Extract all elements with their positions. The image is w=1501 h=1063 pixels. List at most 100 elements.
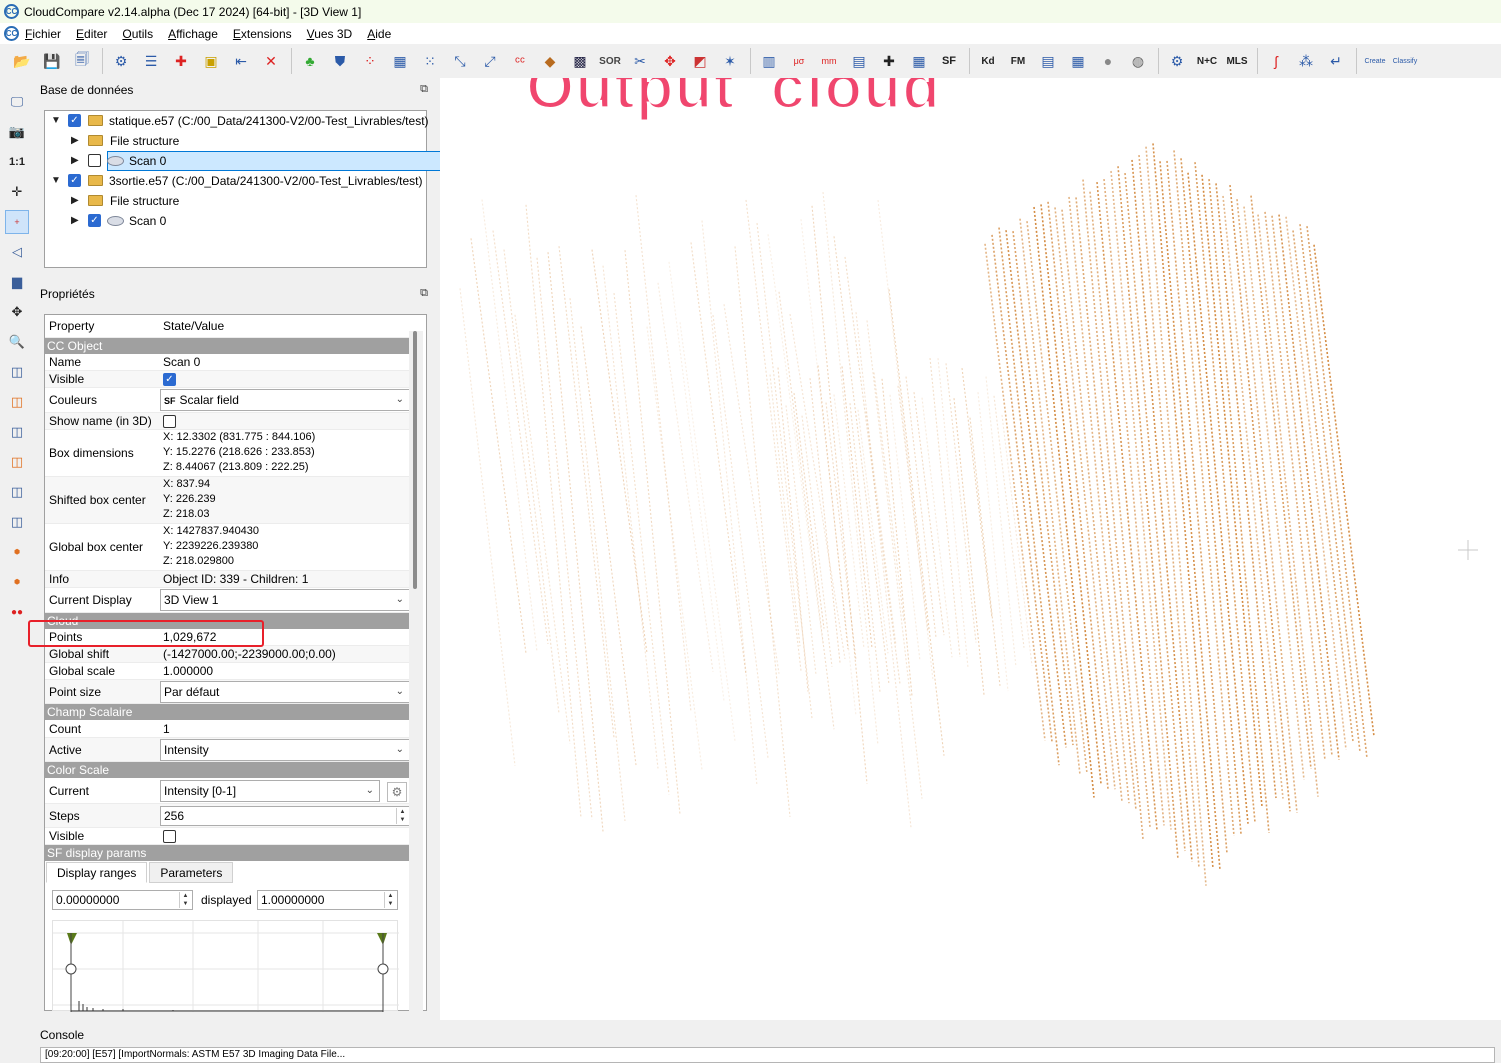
props-scrollbar[interactable] <box>409 331 423 1011</box>
color-scale-dropdown[interactable]: Intensity [0-1] ⌄ <box>160 780 380 802</box>
cube-view-icon[interactable]: ▆ <box>5 270 29 294</box>
canupo-create-icon[interactable]: Create <box>1363 49 1387 73</box>
undock-icon[interactable]: ⧉ <box>418 287 430 299</box>
view-right-icon[interactable]: ◫ <box>5 450 29 474</box>
save-all-icon[interactable]: 🗐 <box>70 49 94 73</box>
collapse-arrow-icon[interactable]: ▶ <box>71 196 81 206</box>
csv-icon[interactable]: ▦ <box>1066 49 1090 73</box>
camera-icon[interactable]: 📷 <box>5 120 29 144</box>
measure-icon[interactable]: ✶ <box>718 49 742 73</box>
menu-vues-3d[interactable]: Vues 3D <box>307 27 353 41</box>
tree-item-scan0-selected[interactable]: ▶ Scan 0 <box>45 151 426 171</box>
register-icon[interactable]: ⛊ <box>328 49 352 73</box>
app-menu-icon[interactable]: CC <box>4 26 19 41</box>
console-output[interactable]: [09:20:00] [E57] [ImportNormals: ASTM E5… <box>40 1047 1495 1063</box>
visibility-checkbox[interactable] <box>88 154 101 167</box>
list-icon[interactable]: ☰ <box>139 49 163 73</box>
delete-icon[interactable]: ✕ <box>259 49 283 73</box>
move-icon[interactable]: ✥ <box>658 49 682 73</box>
tree-item-file-structure[interactable]: ▶ File structure <box>45 191 426 211</box>
iso-back-icon[interactable]: ⬢ <box>5 570 29 594</box>
scale-visible-checkbox[interactable] <box>163 830 176 843</box>
iso-front-icon[interactable]: ⬢ <box>5 540 29 564</box>
sf-gradient-icon[interactable]: ⤡ <box>448 49 472 73</box>
tree-item-statique[interactable]: ▼ ✓ statique.e57 (C:/00_Data/241300-V2/0… <box>45 111 429 131</box>
plane-icon[interactable]: ◩ <box>688 49 712 73</box>
tab-parameters[interactable]: Parameters <box>149 862 234 883</box>
view-front-icon[interactable]: ◫ <box>5 390 29 414</box>
screen-icon[interactable]: 🖵 <box>5 90 29 114</box>
prop-value[interactable]: Scan 0 <box>163 354 200 371</box>
tree-item-file-structure[interactable]: ▶ File structure <box>45 131 426 151</box>
calculator-icon[interactable]: ▦ <box>907 49 931 73</box>
open-file-icon[interactable]: 📂 <box>10 49 34 73</box>
auto-pivot-icon[interactable]: + <box>5 210 29 234</box>
show-name-checkbox[interactable] <box>163 415 176 428</box>
view-bottom-icon[interactable]: ◫ <box>5 480 29 504</box>
steps-spinbox[interactable]: 256 ▲ ▼ <box>160 806 410 826</box>
collapse-arrow-icon[interactable]: ▶ <box>71 156 81 166</box>
translate-rotate-icon[interactable]: ⇤ <box>229 49 253 73</box>
gear-icon[interactable]: ⚙ <box>1165 49 1189 73</box>
section-icon[interactable]: ʃ <box>1264 49 1288 73</box>
sphere-icon[interactable]: ● <box>1096 49 1120 73</box>
sf-histogram[interactable] <box>52 920 399 1012</box>
tree-item-scan0[interactable]: ▶ ✓ Scan 0 <box>45 211 426 231</box>
canupo-classify-icon[interactable]: Classify <box>1393 49 1418 73</box>
statistics-icon[interactable]: μσ <box>787 49 811 73</box>
visibility-checkbox[interactable]: ✓ <box>88 214 101 227</box>
plugins-gear-icon[interactable]: ⚙ <box>109 49 133 73</box>
pan-icon[interactable]: ✥ <box>5 300 29 324</box>
3d-view[interactable]: Output_cloud <box>440 78 1501 1020</box>
sor-filter-icon[interactable]: SOR <box>598 49 622 73</box>
subsample-icon[interactable]: ⁘ <box>358 49 382 73</box>
view-back-icon[interactable]: ◫ <box>5 510 29 534</box>
rotate-view-icon[interactable]: ◁ <box>5 240 29 264</box>
merge-icon[interactable]: ♣ <box>298 49 322 73</box>
pivot-icon[interactable]: ✛ <box>5 180 29 204</box>
view-top-icon[interactable]: ◫ <box>5 360 29 384</box>
expand-arrow-icon[interactable]: ▼ <box>51 116 61 126</box>
sample-points-icon[interactable]: ⁙ <box>418 49 442 73</box>
visibility-checkbox[interactable]: ✓ <box>68 114 81 127</box>
spin-arrows-icon[interactable]: ▲ ▼ <box>396 808 408 824</box>
segment-icon[interactable]: ▣ <box>199 49 223 73</box>
collapse-arrow-icon[interactable]: ▶ <box>71 216 81 226</box>
save-icon[interactable]: 💾 <box>40 49 64 73</box>
menu-editer[interactable]: Editer <box>76 27 107 41</box>
colors-dropdown[interactable]: SF Scalar field ⌄ <box>160 389 410 411</box>
spin-arrows-icon[interactable]: ▲ ▼ <box>179 892 191 908</box>
menu-fichier[interactable]: Fichier <box>25 27 61 41</box>
scalar-field-icon[interactable]: SF <box>937 49 961 73</box>
undock-icon[interactable]: ⧉ <box>418 83 430 95</box>
histogram-icon[interactable]: ▥ <box>757 49 781 73</box>
menu-affichage[interactable]: Affichage <box>168 27 218 41</box>
color-icon[interactable]: ᶜᶜ <box>508 49 532 73</box>
zoom-1-to-1-icon[interactable]: 1:1 <box>5 150 29 174</box>
menu-outils[interactable]: Outils <box>122 27 153 41</box>
visibility-checkbox[interactable]: ✓ <box>68 174 81 187</box>
mls-icon[interactable]: MLS <box>1225 49 1249 73</box>
minmax-icon[interactable]: mm <box>817 49 841 73</box>
active-sf-dropdown[interactable]: Intensity ⌄ <box>160 739 410 761</box>
current-display-dropdown[interactable]: 3D View 1 ⌄ <box>160 589 410 611</box>
mesh-icon[interactable]: ▦ <box>388 49 412 73</box>
range-min-spinbox[interactable]: 0.00000000 ▲ ▼ <box>52 890 193 910</box>
expand-arrow-icon[interactable]: ▼ <box>51 176 61 186</box>
fast-marching-icon[interactable]: FM <box>1006 49 1030 73</box>
range-max-spinbox[interactable]: 1.00000000 ▲ ▼ <box>257 890 398 910</box>
point-picking-icon[interactable]: ✚ <box>169 49 193 73</box>
sf-filter-icon[interactable]: ▤ <box>847 49 871 73</box>
cloud-layers-icon[interactable]: ⁂ <box>1294 49 1318 73</box>
gear-icon[interactable]: ⚙ <box>387 782 407 802</box>
back-project-icon[interactable]: ↵ <box>1324 49 1348 73</box>
scrollbar-thumb[interactable] <box>413 331 417 589</box>
globe-icon[interactable]: ◍ <box>1126 49 1150 73</box>
kd-tree-icon[interactable]: Kd <box>976 49 1000 73</box>
export-icon[interactable]: ▤ <box>1036 49 1060 73</box>
spin-arrows-icon[interactable]: ▲ ▼ <box>384 892 396 908</box>
tab-display-ranges[interactable]: Display ranges <box>46 862 148 883</box>
menu-aide[interactable]: Aide <box>367 27 391 41</box>
menu-extensions[interactable]: Extensions <box>233 27 292 41</box>
visible-checkbox[interactable]: ✓ <box>163 373 176 386</box>
